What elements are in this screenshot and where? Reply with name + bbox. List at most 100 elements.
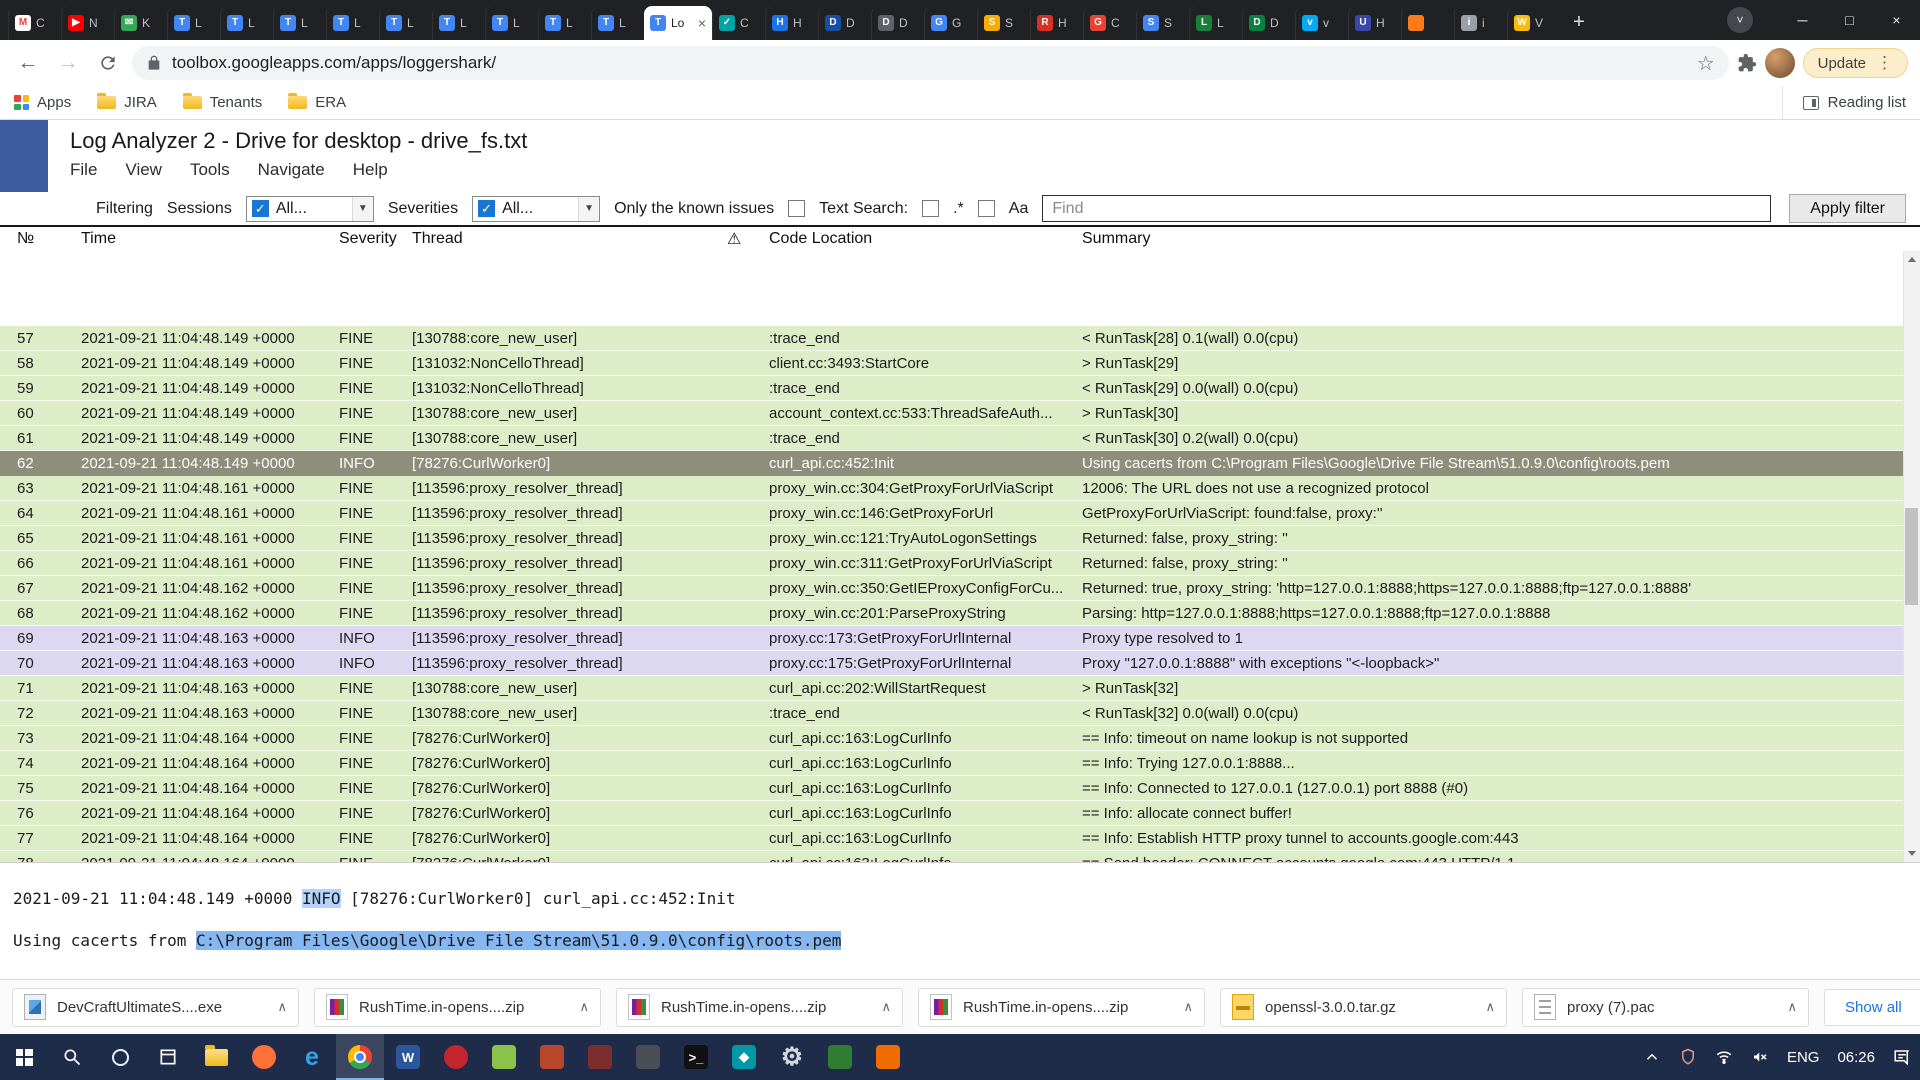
browser-tab[interactable]: TL xyxy=(485,6,538,40)
bookmark-folder[interactable]: JIRA xyxy=(97,94,157,111)
log-row[interactable]: 602021-09-21 11:04:48.149 +0000FINE[1307… xyxy=(0,401,1920,426)
security-shield-icon[interactable] xyxy=(1670,1034,1706,1080)
taskbar-app-settings[interactable]: ⚙ xyxy=(768,1034,816,1080)
network-wifi-icon[interactable] xyxy=(1706,1034,1742,1080)
chevron-down-icon[interactable]: ▼ xyxy=(578,197,599,221)
download-item[interactable]: RushTime.in-opens....zip∧ xyxy=(918,988,1205,1027)
bookmark-folder[interactable]: Tenants xyxy=(183,94,263,111)
menu-tools[interactable]: Tools xyxy=(190,160,230,180)
log-row[interactable]: 622021-09-21 11:04:48.149 +0000INFO[7827… xyxy=(0,451,1920,476)
download-item[interactable]: openssl-3.0.0.tar.gz∧ xyxy=(1220,988,1507,1027)
log-row[interactable]: 582021-09-21 11:04:48.149 +0000FINE[1310… xyxy=(0,351,1920,376)
browser-tab[interactable]: ▶N xyxy=(61,6,114,40)
download-caret-icon[interactable]: ∧ xyxy=(881,999,891,1015)
log-row[interactable]: 692021-09-21 11:04:48.163 +0000INFO[1135… xyxy=(0,626,1920,651)
browser-tab[interactable]: MC xyxy=(8,6,61,40)
taskbar-app-opera[interactable] xyxy=(432,1034,480,1080)
volume-mute-icon[interactable] xyxy=(1742,1034,1778,1080)
clock[interactable]: 06:26 xyxy=(1828,1034,1884,1080)
log-row[interactable]: 712021-09-21 11:04:48.163 +0000FINE[1307… xyxy=(0,676,1920,701)
taskbar-search-icon[interactable] xyxy=(48,1034,96,1080)
log-row[interactable]: 772021-09-21 11:04:48.164 +0000FINE[7827… xyxy=(0,826,1920,851)
severities-checkbox[interactable] xyxy=(478,200,495,217)
tab-close-icon[interactable]: × xyxy=(698,16,706,30)
download-item[interactable]: RushTime.in-opens....zip∧ xyxy=(616,988,903,1027)
browser-tab[interactable]: vv xyxy=(1295,6,1348,40)
browser-tab[interactable]: TL xyxy=(591,6,644,40)
browser-tab[interactable]: TLo× xyxy=(644,6,712,40)
find-input[interactable] xyxy=(1042,195,1771,222)
browser-tab[interactable]: ✉K xyxy=(114,6,167,40)
log-row[interactable]: 732021-09-21 11:04:48.164 +0000FINE[7827… xyxy=(0,726,1920,751)
menu-help[interactable]: Help xyxy=(353,160,388,180)
log-row[interactable]: 782021-09-21 11:04:48.164 +0000FINE[7827… xyxy=(0,851,1920,863)
taskbar-app-app-green[interactable] xyxy=(816,1034,864,1080)
browser-tab[interactable]: HH xyxy=(765,6,818,40)
browser-tab[interactable]: TL xyxy=(379,6,432,40)
browser-tab[interactable]: DD xyxy=(871,6,924,40)
download-caret-icon[interactable]: ∧ xyxy=(1485,999,1495,1015)
cortana-icon[interactable] xyxy=(96,1034,144,1080)
browser-tab[interactable]: LL xyxy=(1189,6,1242,40)
browser-tab[interactable]: TL xyxy=(432,6,485,40)
browser-tab[interactable]: DD xyxy=(818,6,871,40)
browser-tab[interactable]: SS xyxy=(977,6,1030,40)
bookmark-star-icon[interactable]: ☆ xyxy=(1697,51,1715,76)
log-row[interactable]: 762021-09-21 11:04:48.164 +0000FINE[7827… xyxy=(0,801,1920,826)
known-issues-checkbox[interactable] xyxy=(788,200,805,217)
reload-icon[interactable] xyxy=(92,47,124,79)
chevron-down-icon[interactable]: ▼ xyxy=(352,197,373,221)
browser-tab[interactable]: TL xyxy=(273,6,326,40)
browser-tab[interactable]: TL xyxy=(538,6,591,40)
browser-tab[interactable]: TL xyxy=(220,6,273,40)
back-icon[interactable]: ← xyxy=(12,47,44,79)
browser-tab[interactable]: WV xyxy=(1507,6,1560,40)
case-checkbox[interactable] xyxy=(978,200,995,217)
browser-tab[interactable]: GC xyxy=(1083,6,1136,40)
log-row[interactable]: 662021-09-21 11:04:48.161 +0000FINE[1135… xyxy=(0,551,1920,576)
tray-chevron-up-icon[interactable] xyxy=(1634,1034,1670,1080)
taskbar-app-notepad[interactable] xyxy=(480,1034,528,1080)
browser-tab[interactable]: RH xyxy=(1030,6,1083,40)
column-header-3[interactable]: Thread xyxy=(412,230,727,248)
sessions-checkbox[interactable] xyxy=(252,200,269,217)
language-indicator[interactable]: ENG xyxy=(1778,1034,1829,1080)
log-row[interactable]: 752021-09-21 11:04:48.164 +0000FINE[7827… xyxy=(0,776,1920,801)
column-header-2[interactable]: Severity xyxy=(339,230,412,248)
profile-avatar[interactable] xyxy=(1765,48,1795,78)
download-caret-icon[interactable]: ∧ xyxy=(579,999,589,1015)
task-view-icon[interactable] xyxy=(144,1034,192,1080)
column-header-1[interactable]: Time xyxy=(81,230,339,248)
browser-tab[interactable]: UH xyxy=(1348,6,1401,40)
download-item[interactable]: DevCraftUltimateS....exe∧ xyxy=(12,988,299,1027)
severities-dropdown[interactable]: All... ▼ xyxy=(472,196,600,222)
taskbar-app-app-red[interactable] xyxy=(528,1034,576,1080)
tab-search-icon[interactable]: ˅ xyxy=(1727,7,1753,33)
regex-checkbox[interactable] xyxy=(922,200,939,217)
sessions-dropdown[interactable]: All... ▼ xyxy=(246,196,374,222)
reading-list-button[interactable]: Reading list xyxy=(1782,86,1906,119)
browser-tab[interactable]: SS xyxy=(1136,6,1189,40)
browser-tab[interactable]: GG xyxy=(924,6,977,40)
log-row[interactable]: 742021-09-21 11:04:48.164 +0000FINE[7827… xyxy=(0,751,1920,776)
log-row[interactable]: 652021-09-21 11:04:48.161 +0000FINE[1135… xyxy=(0,526,1920,551)
maximize-button[interactable]: □ xyxy=(1826,0,1873,40)
menu-view[interactable]: View xyxy=(125,160,162,180)
column-header-4[interactable]: ⚠ xyxy=(727,229,769,249)
download-caret-icon[interactable]: ∧ xyxy=(277,999,287,1015)
show-all-downloads-button[interactable]: Show all xyxy=(1824,989,1920,1026)
taskbar-app-firefox[interactable] xyxy=(240,1034,288,1080)
taskbar-app-edge[interactable]: e xyxy=(288,1034,336,1080)
apps-shortcut[interactable]: Apps xyxy=(14,94,71,111)
download-item[interactable]: RushTime.in-opens....zip∧ xyxy=(314,988,601,1027)
taskbar-app-app-teal-diamond[interactable]: ◆ xyxy=(720,1034,768,1080)
start-button[interactable] xyxy=(0,1034,48,1080)
taskbar-app-file-explorer[interactable] xyxy=(192,1034,240,1080)
new-tab-button[interactable]: + xyxy=(1564,7,1594,37)
download-caret-icon[interactable]: ∧ xyxy=(1787,999,1797,1015)
taskbar-app-app-maroon[interactable] xyxy=(576,1034,624,1080)
taskbar-app-cmd[interactable]: >_ xyxy=(672,1034,720,1080)
taskbar-app-word[interactable]: W xyxy=(384,1034,432,1080)
browser-tab[interactable]: ii xyxy=(1454,6,1507,40)
minimize-button[interactable]: ─ xyxy=(1779,0,1826,40)
